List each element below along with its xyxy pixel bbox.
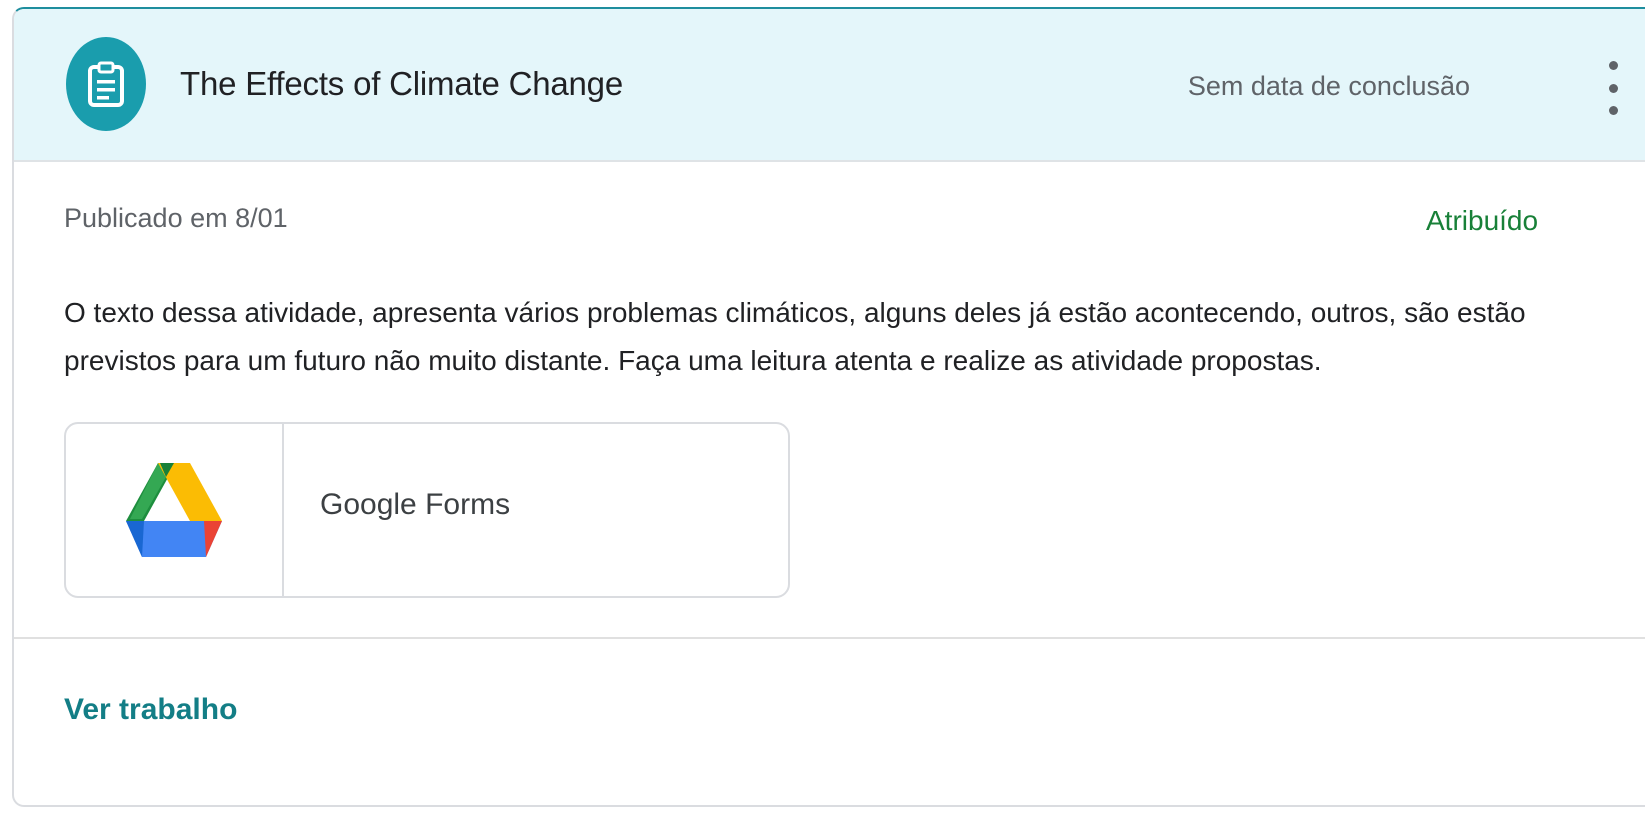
more-dot xyxy=(1608,83,1618,93)
view-work-link[interactable]: Ver trabalho xyxy=(64,693,237,727)
more-dot xyxy=(1608,61,1618,70)
assignment-card: The Effects of Climate Change Sem data d… xyxy=(12,7,1645,807)
status-label: Atribuído xyxy=(1426,205,1539,236)
published-date: Publicado em 8/01 xyxy=(64,203,288,233)
more-dot xyxy=(1608,106,1618,115)
due-date: Sem data de conclusão xyxy=(1187,71,1470,101)
assignment-icon xyxy=(66,37,146,131)
assignment-title[interactable]: The Effects of Climate Change xyxy=(180,65,623,103)
assignment-header: The Effects of Climate Change Sem data d… xyxy=(14,9,1645,162)
google-drive-icon xyxy=(126,463,222,557)
attachment-thumbnail xyxy=(66,424,284,596)
divider xyxy=(14,637,1645,639)
attachment-card[interactable]: Google Forms xyxy=(64,422,790,598)
attachment-title: Google Forms xyxy=(320,488,511,521)
assignment-description: O texto dessa atividade, apresenta vário… xyxy=(64,297,1526,376)
more-vert-icon[interactable] xyxy=(1600,61,1626,115)
